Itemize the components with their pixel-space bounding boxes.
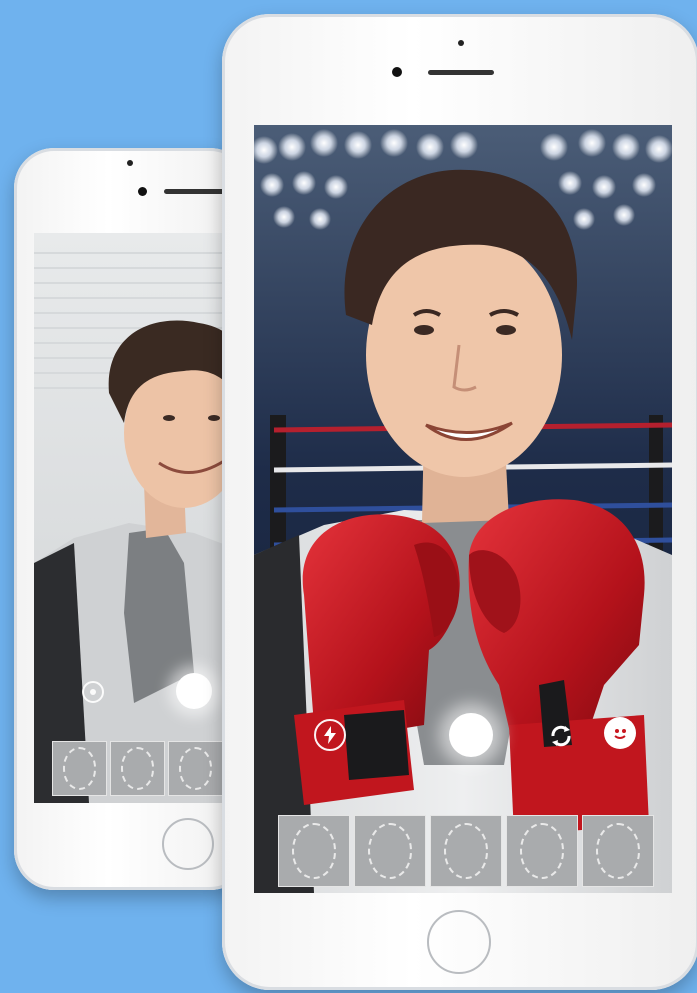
proximity-sensor bbox=[138, 187, 147, 196]
home-button[interactable] bbox=[162, 818, 214, 870]
effect-thumbnail[interactable] bbox=[582, 815, 654, 887]
camera-preview bbox=[254, 125, 672, 893]
front-phone bbox=[222, 14, 697, 990]
effect-thumbnail[interactable] bbox=[278, 815, 350, 887]
flash-icon[interactable] bbox=[314, 719, 346, 751]
switch-camera-icon[interactable] bbox=[546, 721, 576, 751]
effect-thumbnail[interactable] bbox=[506, 815, 578, 887]
effect-thumbnail[interactable] bbox=[110, 741, 165, 796]
face-effects-icon[interactable] bbox=[604, 717, 636, 749]
back-phone-screen bbox=[34, 233, 242, 803]
front-camera-icon bbox=[127, 160, 133, 166]
home-button[interactable] bbox=[427, 910, 491, 974]
camera-preview bbox=[34, 233, 242, 803]
effect-thumbnail[interactable] bbox=[168, 741, 223, 796]
front-camera-icon bbox=[458, 40, 464, 46]
effect-thumbnail[interactable] bbox=[52, 741, 107, 796]
shutter-button[interactable] bbox=[176, 673, 212, 709]
effect-thumbnail[interactable] bbox=[354, 815, 426, 887]
settings-icon[interactable] bbox=[82, 681, 104, 703]
effect-thumbnail[interactable] bbox=[430, 815, 502, 887]
speaker-grille bbox=[428, 70, 494, 75]
front-phone-screen bbox=[254, 125, 672, 893]
shutter-button[interactable] bbox=[449, 713, 493, 757]
proximity-sensor bbox=[392, 67, 402, 77]
back-phone bbox=[14, 148, 250, 890]
